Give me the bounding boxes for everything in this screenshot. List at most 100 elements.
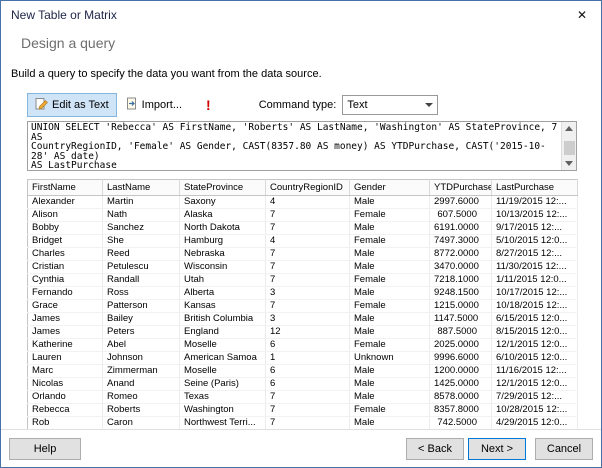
cell-firstname: Cristian [27,260,103,274]
cell-lastpurchase: 11/16/2015 12:... [491,364,578,378]
import-label: Import... [141,99,183,111]
table-row[interactable]: Charles Reed Nebraska 7 Male 8772.0000 8/27/20… [27,247,578,261]
column-header-ytdpurchase[interactable]: YTDPurchase [429,179,492,196]
table-row[interactable]: Rebecca Roberts Washington 7 Female 8357.8000… [27,403,578,417]
cell-countryregionid: 7 [265,273,350,287]
cell-gender: Male [349,377,430,391]
cell-firstname: Bridget [27,234,103,248]
cell-gender: Male [349,247,430,261]
table-row[interactable]: Bobby Sanchez North Dakota 7 Male 6191.0000 9/… [27,221,578,235]
cell-countryregionid: 6 [265,364,350,378]
column-header-stateprovince[interactable]: StateProvince [179,179,266,196]
cell-stateprovince: Wisconsin [179,260,266,274]
help-button[interactable]: Help [9,437,81,460]
command-type-label: Command type: [258,99,337,111]
cell-firstname: Bobby [27,221,103,235]
run-query-icon[interactable]: ! [200,97,217,113]
cell-lastpurchase: 10/13/2015 12:... [491,208,578,222]
query-scrollbar[interactable] [561,122,576,170]
cell-lastname: Petulescu [102,260,180,274]
cell-firstname: Cynthia [27,273,103,287]
cell-countryregionid: 7 [265,208,350,222]
cell-ytdpurchase: 6191.0000 [429,221,492,235]
command-type-value: Text [347,99,368,111]
table-row[interactable]: Cynthia Randall Utah 7 Female 7218.1000 1/11/2… [27,273,578,287]
cell-lastname: Roberts [102,403,180,417]
cell-lastpurchase: 4/29/2015 12:0... [491,416,578,430]
titlebar: New Table or Matrix ✕ [1,1,601,29]
cell-gender: Female [349,208,430,222]
cell-gender: Male [349,221,430,235]
column-header-lastpurchase[interactable]: LastPurchase [491,179,578,196]
cell-gender: Male [349,195,430,209]
cell-countryregionid: 7 [265,390,350,404]
column-header-firstname[interactable]: FirstName [27,179,103,196]
cell-stateprovince: North Dakota [179,221,266,235]
column-header-gender[interactable]: Gender [349,179,430,196]
cell-gender: Male [349,312,430,326]
cell-firstname: Orlando [27,390,103,404]
cell-stateprovince: Alberta [179,286,266,300]
cell-lastname: She [102,234,180,248]
query-text[interactable]: UNION SELECT 'Rebecca' AS FirstName, 'Ro… [28,122,561,170]
cell-lastname: Randall [102,273,180,287]
cell-lastpurchase: 10/17/2015 12:... [491,286,578,300]
cell-gender: Female [349,273,430,287]
cell-ytdpurchase: 887.5000 [429,325,492,339]
cell-stateprovince: Alaska [179,208,266,222]
cell-countryregionid: 6 [265,338,350,352]
cell-stateprovince: Saxony [179,195,266,209]
import-button[interactable]: Import... [117,93,190,117]
cell-stateprovince: England [179,325,266,339]
cell-firstname: Fernando [27,286,103,300]
cell-lastpurchase: 8/27/2015 12:... [491,247,578,261]
table-row[interactable]: Nicolas Anand Seine (Paris) 6 Male 1425.0000 1… [27,377,578,391]
cell-lastpurchase: 10/18/2015 12:... [491,299,578,313]
cell-firstname: Charles [27,247,103,261]
back-button[interactable]: < Back [406,437,464,460]
cell-countryregionid: 7 [265,260,350,274]
table-row[interactable]: Alexander Martin Saxony 4 Male 2997.6000 11/19… [27,195,578,209]
cell-firstname: Grace [27,299,103,313]
cell-stateprovince: Kansas [179,299,266,313]
cell-lastname: Zimmerman [102,364,180,378]
table-row[interactable]: Katherine Abel Moselle 6 Female 2025.0000 12/1… [27,338,578,352]
cell-lastname: Abel [102,338,180,352]
cell-lastpurchase: 8/15/2015 12:0... [491,325,578,339]
cell-firstname: Lauren [27,351,103,365]
column-header-countryregionid[interactable]: CountryRegionID [265,179,350,196]
table-row[interactable]: James Peters England 12 Male 887.5000 8/15/201… [27,325,578,339]
cell-ytdpurchase: 1215.0000 [429,299,492,313]
cell-ytdpurchase: 7218.1000 [429,273,492,287]
next-button[interactable]: Next > [468,437,526,460]
cell-stateprovince: Seine (Paris) [179,377,266,391]
edit-as-text-button[interactable]: Edit as Text [27,93,117,117]
cell-gender: Male [349,260,430,274]
cell-countryregionid: 3 [265,312,350,326]
scroll-down-icon[interactable] [565,161,573,166]
table-row[interactable]: Orlando Romeo Texas 7 Male 8578.0000 7/29/2015… [27,390,578,404]
column-header-lastname[interactable]: LastName [102,179,180,196]
query-editor: UNION SELECT 'Rebecca' AS FirstName, 'Ro… [27,121,577,171]
cancel-button[interactable]: Cancel [535,437,593,460]
cell-lastpurchase: 9/17/2015 12:... [491,221,578,235]
table-row[interactable]: Marc Zimmerman Moselle 6 Male 1200.0000 11/16/… [27,364,578,378]
cell-countryregionid: 1 [265,351,350,365]
close-icon[interactable]: ✕ [571,8,593,22]
table-row[interactable]: Lauren Johnson American Samoa 1 Unknown 9996.… [27,351,578,365]
command-type-select[interactable]: Text [342,95,439,115]
table-row[interactable]: Cristian Petulescu Wisconsin 7 Male 3470.0000… [27,260,578,274]
cell-ytdpurchase: 8578.0000 [429,390,492,404]
cell-ytdpurchase: 1147.5000 [429,312,492,326]
table-row[interactable]: Alison Nath Alaska 7 Female 607.5000 10/13/201… [27,208,578,222]
cell-gender: Female [349,338,430,352]
table-row[interactable]: Bridget She Hamburg 4 Female 7497.3000 5/10/20… [27,234,578,248]
table-row[interactable]: Fernando Ross Alberta 3 Male 9248.1500 10/17/2… [27,286,578,300]
table-row[interactable]: Grace Patterson Kansas 7 Female 1215.0000 10/1… [27,299,578,313]
table-row[interactable]: James Bailey British Columbia 3 Male 1147.500… [27,312,578,326]
scrollbar-thumb[interactable] [563,141,575,155]
table-row[interactable]: Rob Caron Northwest Terri... 7 Male 742.5000 4… [27,416,578,430]
scroll-up-icon[interactable] [565,126,573,131]
cell-ytdpurchase: 7497.3000 [429,234,492,248]
query-toolbar: Edit as Text Import... ! Command type: T… [27,93,601,117]
